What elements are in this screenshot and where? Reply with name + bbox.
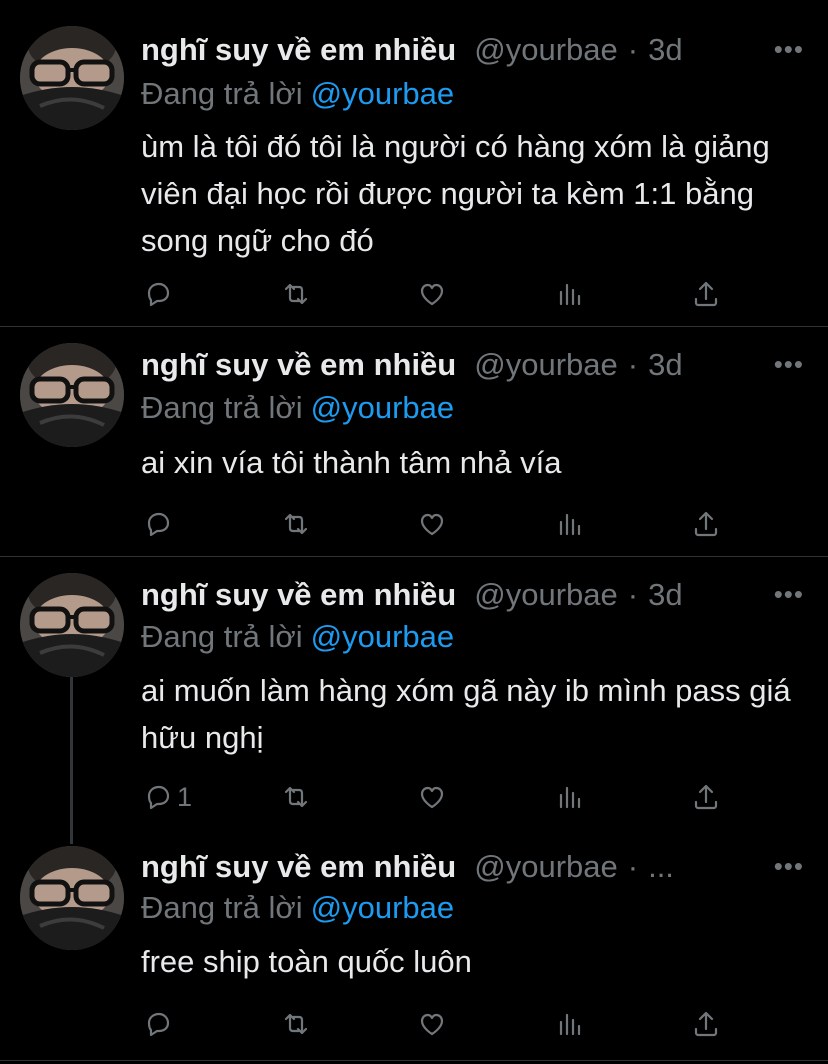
replying-to-label: Đang trả lời — [141, 619, 303, 654]
analytics-icon — [559, 283, 581, 306]
timestamp[interactable]: 3d — [648, 347, 682, 383]
avatar[interactable] — [20, 26, 124, 130]
action-bar — [143, 1008, 723, 1044]
tweet-text: ai xin vía tôi thành tâm nhả vía — [141, 445, 562, 480]
tweet-header: nghĩ suy về em nhiều @yourbae · 3d ••• — [141, 575, 804, 615]
more-icon[interactable]: ••• — [774, 851, 804, 882]
tweet-header: nghĩ suy về em nhiều @yourbae · 3d ••• — [141, 30, 804, 70]
display-name[interactable]: nghĩ suy về em nhiều — [141, 32, 456, 68]
replying-to-label: Đang trả lời — [141, 890, 303, 925]
avatar[interactable] — [20, 573, 124, 677]
separator-dot: · — [627, 577, 639, 612]
share-button[interactable] — [691, 781, 721, 813]
reply-button[interactable] — [143, 278, 177, 310]
divider — [0, 1060, 828, 1061]
reply-icon — [147, 1012, 170, 1037]
tweet-header: nghĩ suy về em nhiều @yourbae · ... ••• — [141, 847, 804, 887]
analytics-button[interactable] — [555, 508, 585, 540]
like-icon — [420, 786, 444, 809]
avatar-image — [20, 846, 124, 950]
reply-button[interactable] — [143, 508, 177, 540]
analytics-icon — [559, 513, 581, 536]
avatar[interactable] — [20, 846, 124, 950]
like-button[interactable] — [417, 278, 447, 310]
avatar-image — [20, 26, 124, 130]
retweet-icon — [284, 513, 308, 535]
retweet-button[interactable] — [281, 278, 311, 310]
mention-link[interactable]: @yourbae — [311, 390, 455, 425]
mention-link[interactable]: @yourbae — [311, 890, 455, 925]
more-icon[interactable]: ••• — [774, 34, 804, 65]
user-handle[interactable]: @yourbae — [474, 347, 618, 383]
user-handle[interactable]: @yourbae — [474, 32, 618, 68]
tweet[interactable]: nghĩ suy về em nhiều @yourbae · ... ••• … — [0, 828, 828, 1064]
share-button[interactable] — [691, 1008, 721, 1040]
separator-dot: · — [627, 347, 639, 382]
timestamp[interactable]: 3d — [648, 32, 682, 68]
avatar-image — [20, 343, 124, 447]
user-handle[interactable]: @yourbae — [474, 849, 618, 885]
display-name[interactable]: nghĩ suy về em nhiều — [141, 849, 456, 885]
tweet-text: free ship toàn quốc luôn — [141, 944, 472, 979]
retweet-icon — [284, 283, 308, 305]
reply-count: 1 — [177, 781, 193, 812]
retweet-icon — [284, 1013, 308, 1035]
share-icon — [694, 784, 718, 810]
reply-button[interactable] — [143, 1008, 177, 1040]
tweet-text: ùm là tôi đó tôi là người có hàng xóm là… — [141, 129, 770, 258]
separator-dot: · — [627, 32, 639, 67]
like-button[interactable] — [417, 1008, 447, 1040]
reply-button[interactable]: 1 — [143, 781, 192, 813]
analytics-icon — [559, 786, 581, 809]
avatar[interactable] — [20, 343, 124, 447]
mention-link[interactable]: @yourbae — [311, 619, 455, 654]
analytics-button[interactable] — [555, 781, 585, 813]
analytics-icon — [559, 1013, 581, 1036]
more-icon[interactable]: ••• — [774, 349, 804, 380]
retweet-icon — [284, 786, 308, 808]
analytics-button[interactable] — [555, 1008, 585, 1040]
like-icon — [420, 1013, 444, 1036]
share-icon — [694, 511, 718, 537]
replying-to-label: Đang trả lời — [141, 76, 303, 111]
separator-dot: · — [627, 849, 639, 884]
avatar-image — [20, 573, 124, 677]
display-name[interactable]: nghĩ suy về em nhiều — [141, 347, 456, 383]
display-name[interactable]: nghĩ suy về em nhiều — [141, 577, 456, 613]
replying-to: Đang trả lời @yourbae — [141, 890, 454, 926]
retweet-button[interactable] — [281, 781, 311, 813]
retweet-button[interactable] — [281, 508, 311, 540]
more-icon[interactable]: ••• — [774, 579, 804, 610]
share-button[interactable] — [691, 278, 721, 310]
reply-icon — [147, 785, 170, 810]
tweet[interactable]: nghĩ suy về em nhiều @yourbae · 3d ••• Đ… — [0, 557, 828, 827]
action-bar — [143, 278, 723, 314]
timestamp[interactable]: 3d — [648, 577, 682, 613]
timestamp[interactable]: ... — [648, 849, 674, 885]
share-icon — [694, 281, 718, 307]
mention-link[interactable]: @yourbae — [311, 76, 455, 111]
share-button[interactable] — [691, 508, 721, 540]
retweet-button[interactable] — [281, 1008, 311, 1040]
action-bar — [143, 508, 723, 544]
action-bar: 1 — [143, 781, 723, 817]
like-button[interactable] — [417, 508, 447, 540]
replying-to-label: Đang trả lời — [141, 390, 303, 425]
reply-icon — [147, 282, 170, 307]
replying-to: Đang trả lời @yourbae — [141, 76, 454, 112]
user-handle[interactable]: @yourbae — [474, 577, 618, 613]
like-button[interactable] — [417, 781, 447, 813]
replying-to: Đang trả lời @yourbae — [141, 390, 454, 426]
analytics-button[interactable] — [555, 278, 585, 310]
tweet[interactable]: nghĩ suy về em nhiều @yourbae · 3d ••• Đ… — [0, 327, 828, 557]
tweet-header: nghĩ suy về em nhiều @yourbae · 3d ••• — [141, 345, 804, 385]
reply-icon — [147, 512, 170, 537]
replying-to: Đang trả lời @yourbae — [141, 619, 454, 655]
like-icon — [420, 283, 444, 306]
share-icon — [694, 1011, 718, 1037]
tweet[interactable]: nghĩ suy về em nhiều @yourbae · 3d ••• Đ… — [0, 0, 828, 326]
like-icon — [420, 513, 444, 536]
tweet-text: ai muốn làm hàng xóm gã này ib mình pass… — [141, 673, 791, 755]
